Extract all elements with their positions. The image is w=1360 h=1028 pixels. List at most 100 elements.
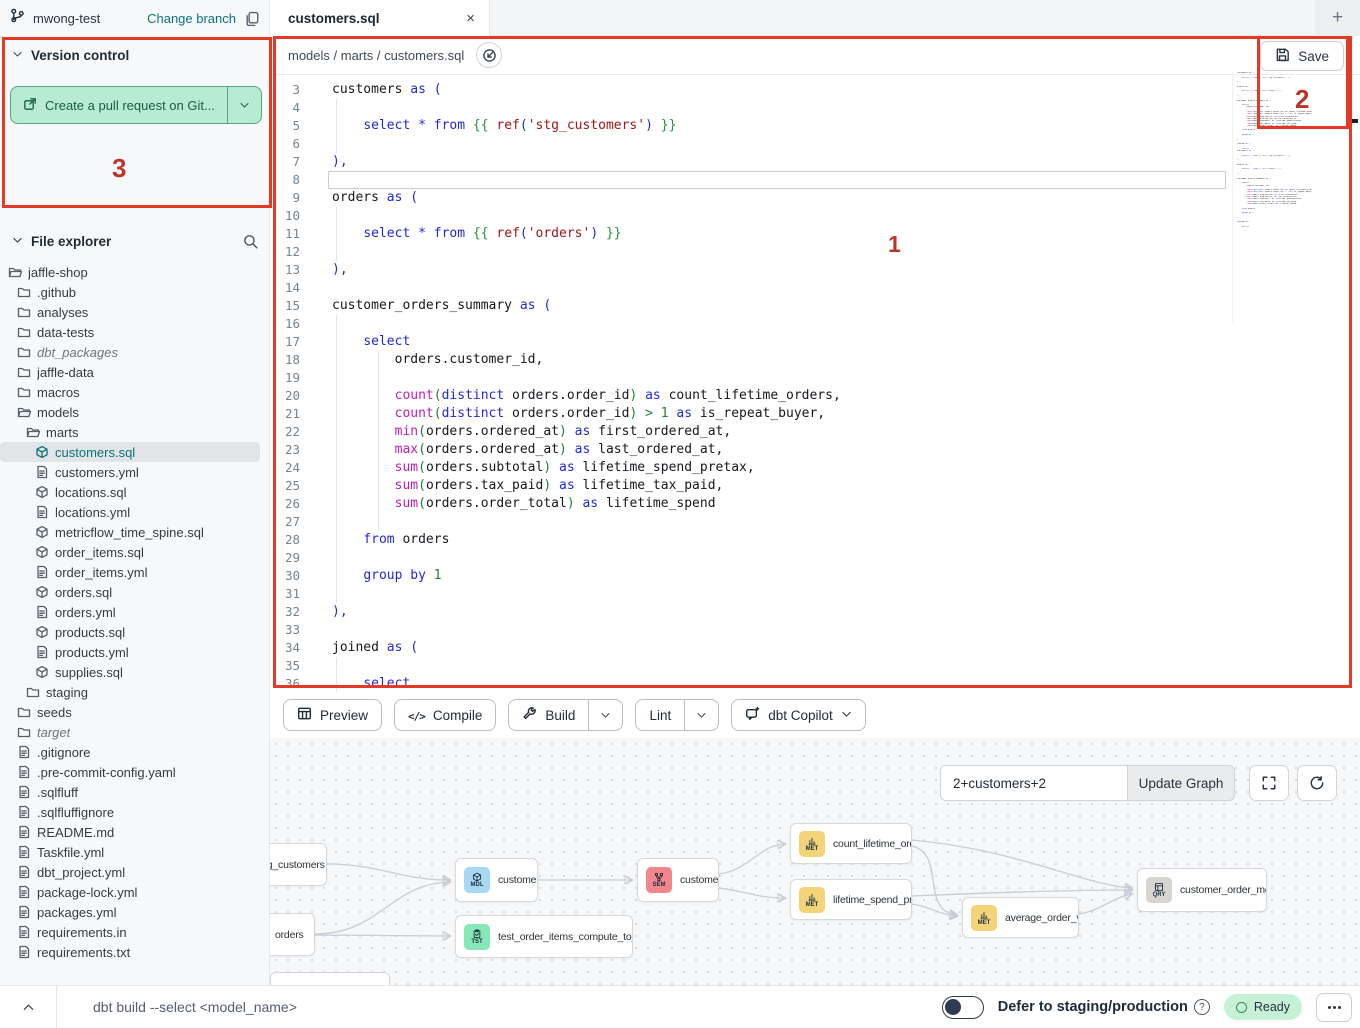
tree-item-products.yml[interactable]: products.yml — [0, 642, 260, 662]
lint-button[interactable]: Lint — [635, 699, 719, 731]
tree-item-metricflow_time_spine.sql[interactable]: metricflow_time_spine.sql — [0, 522, 260, 542]
tree-item-analyses[interactable]: analyses — [0, 302, 260, 322]
tree-item-locations.sql[interactable]: locations.sql — [0, 482, 260, 502]
file-explorer-header[interactable]: File explorer — [0, 222, 270, 261]
tree-item-.sqlfluffignore[interactable]: .sqlfluffignore — [0, 802, 260, 822]
lineage-node-partial[interactable] — [270, 972, 390, 985]
lineage-node-customers[interactable]: MDLcustomers — [455, 858, 538, 902]
lineage-node-customers[interactable]: SEMcustomers — [637, 858, 719, 902]
collapse-chevron-icon[interactable] — [0, 1001, 56, 1014]
tree-item-Taskfile.yml[interactable]: Taskfile.yml — [0, 842, 260, 862]
lineage-node-customer_order_metrics[interactable]: QRYcustomer_order_metrics — [1137, 868, 1267, 912]
tree-item-.gitignore[interactable]: .gitignore — [0, 742, 260, 762]
code-line-9[interactable]: 9orders as ( — [270, 189, 1360, 207]
update-graph-button[interactable]: Update Graph — [1127, 765, 1235, 801]
lineage-node-count_lifetime_orders[interactable]: METcount_lifetime_orders — [790, 823, 912, 864]
code-line-3[interactable]: 3customers as ( — [270, 81, 1360, 99]
code-line-13[interactable]: 13), — [270, 261, 1360, 279]
code-line-20[interactable]: 20 count(distinct orders.order_id) as co… — [270, 387, 1360, 405]
lineage-node-orders[interactable]: orders — [270, 913, 315, 956]
tree-item-dbt_packages[interactable]: dbt_packages — [0, 342, 260, 362]
code-line-14[interactable]: 14 — [270, 279, 1360, 297]
help-icon[interactable]: ? — [1194, 999, 1210, 1015]
lint-dropdown-caret[interactable] — [684, 700, 718, 730]
tree-item-macros[interactable]: macros — [0, 382, 260, 402]
tree-item-marts[interactable]: marts — [0, 422, 260, 442]
tab-close-icon[interactable]: × — [466, 11, 475, 26]
code-line-33[interactable]: 33 — [270, 621, 1360, 639]
tree-item-.pre-commit-config.yaml[interactable]: .pre-commit-config.yaml — [0, 762, 260, 782]
build-dropdown-caret[interactable] — [588, 700, 622, 730]
new-tab-button[interactable]: + — [1315, 0, 1360, 36]
code-line-8[interactable]: 8 — [270, 171, 1360, 189]
more-options-button[interactable] — [1316, 993, 1352, 1022]
tree-item-order_items.sql[interactable]: order_items.sql — [0, 542, 260, 562]
preview-button[interactable]: Preview — [283, 699, 382, 731]
tree-item-data-tests[interactable]: data-tests — [0, 322, 260, 342]
code-line-25[interactable]: 25 sum(orders.tax_paid) as lifetime_tax_… — [270, 477, 1360, 495]
dbt-copilot-button[interactable]: dbt Copilot — [731, 699, 866, 731]
code-line-18[interactable]: 18 orders.customer_id, — [270, 351, 1360, 369]
tree-item-requirements.in[interactable]: requirements.in — [0, 922, 260, 942]
build-button[interactable]: Build — [508, 699, 623, 731]
code-line-27[interactable]: 27 — [270, 513, 1360, 531]
code-line-16[interactable]: 16 — [270, 315, 1360, 333]
code-line-23[interactable]: 23 max(orders.ordered_at) as last_ordere… — [270, 441, 1360, 459]
save-button[interactable]: Save — [1260, 41, 1344, 71]
defer-toggle[interactable] — [942, 996, 984, 1019]
tree-item-supplies.sql[interactable]: supplies.sql — [0, 662, 260, 682]
code-line-19[interactable]: 19 — [270, 369, 1360, 387]
code-editor[interactable]: 3customers as (45 select * from {{ ref('… — [270, 75, 1360, 692]
lineage-selector-input[interactable] — [940, 765, 1127, 801]
tree-item-orders.sql[interactable]: orders.sql — [0, 582, 260, 602]
code-line-6[interactable]: 6 — [270, 135, 1360, 153]
tree-item-.github[interactable]: .github — [0, 282, 260, 302]
code-line-35[interactable]: 35 — [270, 657, 1360, 675]
minimap[interactable]: customers as ( select * from {{ ref('stg… — [1232, 72, 1312, 322]
code-line-29[interactable]: 29 — [270, 549, 1360, 567]
create-pull-request-button[interactable]: Create a pull request on Git... — [10, 86, 262, 124]
tree-item-seeds[interactable]: seeds — [0, 702, 260, 722]
compile-button[interactable]: </> Compile — [394, 699, 496, 731]
code-line-15[interactable]: 15customer_orders_summary as ( — [270, 297, 1360, 315]
tree-item-products.sql[interactable]: products.sql — [0, 622, 260, 642]
code-line-24[interactable]: 24 sum(orders.subtotal) as lifetime_spen… — [270, 459, 1360, 477]
lineage-node-test_order_items_compute_to_bools...[interactable]: TSTtest_order_items_compute_to_bools... — [455, 915, 633, 958]
tree-item-models[interactable]: models — [0, 402, 260, 422]
tree-item-locations.yml[interactable]: locations.yml — [0, 502, 260, 522]
lineage-node-stg_customers[interactable]: stg_customers — [270, 843, 327, 886]
code-line-28[interactable]: 28 from orders — [270, 531, 1360, 549]
tree-item-customers.sql[interactable]: customers.sql — [0, 442, 260, 462]
change-branch-link[interactable]: Change branch — [147, 11, 236, 26]
tree-item-orders.yml[interactable]: orders.yml — [0, 602, 260, 622]
code-line-26[interactable]: 26 sum(orders.order_total) as lifetime_s… — [270, 495, 1360, 513]
scrollbar-indicator[interactable] — [1346, 119, 1358, 123]
lineage-node-lifetime_spend_pretax[interactable]: METlifetime_spend_pretax — [790, 879, 912, 920]
tree-item-.sqlfluff[interactable]: .sqlfluff — [0, 782, 260, 802]
code-line-4[interactable]: 4 — [270, 99, 1360, 117]
code-line-21[interactable]: 21 count(distinct orders.order_id) > 1 a… — [270, 405, 1360, 423]
tree-item-dbt_project.yml[interactable]: dbt_project.yml — [0, 862, 260, 882]
tree-item-package-lock.yml[interactable]: package-lock.yml — [0, 882, 260, 902]
tree-item-requirements.txt[interactable]: requirements.txt — [0, 942, 260, 962]
code-line-12[interactable]: 12 — [270, 243, 1360, 261]
command-input[interactable]: dbt build --select <model_name> — [93, 999, 942, 1015]
code-line-11[interactable]: 11 select * from {{ ref('orders') }} — [270, 225, 1360, 243]
code-line-31[interactable]: 31 — [270, 585, 1360, 603]
copy-icon[interactable] — [244, 11, 259, 26]
lineage-node-average_order_value[interactable]: METaverage_order_value — [962, 897, 1079, 938]
code-line-22[interactable]: 22 min(orders.ordered_at) as first_order… — [270, 423, 1360, 441]
refresh-button[interactable] — [1297, 765, 1337, 801]
fullscreen-button[interactable] — [1249, 765, 1289, 801]
tree-item-order_items.yml[interactable]: order_items.yml — [0, 562, 260, 582]
code-line-36[interactable]: 36 select — [270, 675, 1360, 692]
version-control-header[interactable]: Version control — [0, 36, 269, 71]
code-line-34[interactable]: 34joined as ( — [270, 639, 1360, 657]
code-line-7[interactable]: 7), — [270, 153, 1360, 171]
search-icon[interactable] — [243, 234, 258, 249]
tree-item-packages.yml[interactable]: packages.yml — [0, 902, 260, 922]
code-line-30[interactable]: 30 group by 1 — [270, 567, 1360, 585]
tree-item-staging[interactable]: staging — [0, 682, 260, 702]
pr-dropdown-caret[interactable] — [227, 87, 261, 123]
tree-item-customers.yml[interactable]: customers.yml — [0, 462, 260, 482]
